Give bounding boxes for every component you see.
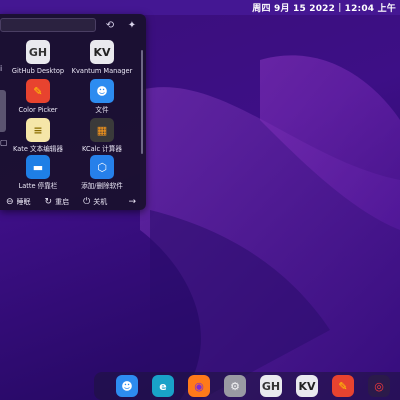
github-desktop-icon: GH — [26, 40, 50, 64]
dock-settings-icon[interactable]: ⚙ — [224, 375, 246, 397]
app-latte[interactable]: ▬ Latte 停靠栏 — [6, 155, 70, 190]
sleep-icon: ⊖ — [6, 197, 14, 207]
app-kate[interactable]: ≡ Kate 文本编辑器 — [6, 118, 70, 153]
software-store-icon: ⬡ — [90, 155, 114, 179]
sleep-label: 睡眠 — [16, 198, 31, 206]
more-arrow-icon[interactable]: → — [128, 197, 136, 207]
app-files[interactable]: ☻ 文件 — [70, 79, 134, 114]
color-picker-icon: ✎ — [26, 79, 50, 103]
clock-label[interactable]: 12:04 上午 — [345, 1, 396, 14]
pin-icon[interactable]: ✦ — [125, 18, 139, 32]
dock-colorpicker-icon[interactable]: ✎ — [332, 375, 354, 397]
shutdown-label: 关机 — [93, 198, 108, 206]
kate-icon: ≡ — [26, 118, 50, 142]
sleep-button[interactable]: ⊖ 睡眠 — [6, 197, 31, 207]
dock-github-icon[interactable]: GH — [260, 375, 282, 397]
app-label: 文件 — [95, 106, 109, 114]
dock-kvantum-icon[interactable]: KV — [296, 375, 318, 397]
app-label: Kate 文本编辑器 — [13, 145, 63, 153]
search-input[interactable] — [0, 18, 96, 32]
app-kvantum-manager[interactable]: KV Kvantum Manager — [70, 40, 134, 75]
app-label: 添加/删除软件 — [81, 182, 123, 190]
app-kcalc[interactable]: ▦ KCalc 计算器 — [70, 118, 134, 153]
app-add-remove-software[interactable]: ⬡ 添加/删除软件 — [70, 155, 134, 190]
app-label: KCalc 计算器 — [82, 145, 122, 153]
restart-icon: ↻ — [44, 197, 53, 207]
dock: ☻ e ◉ ⚙ GH KV ✎ ◎ — [94, 372, 400, 400]
restart-label: 重启 — [55, 198, 70, 206]
dock-weibo-icon[interactable]: ◎ — [368, 375, 390, 397]
files-icon: ☻ — [90, 79, 114, 103]
restart-button[interactable]: ↻ 重启 — [45, 197, 70, 207]
app-label: Latte 停靠栏 — [18, 182, 58, 190]
dock-firefox-icon[interactable]: ◉ — [188, 375, 210, 397]
kcalc-icon: ▦ — [90, 118, 114, 142]
app-label: Kvantum Manager — [71, 67, 133, 75]
app-label: GitHub Desktop — [11, 67, 65, 75]
refresh-icon[interactable]: ⟲ — [103, 18, 117, 32]
kvantum-icon: KV — [90, 40, 114, 64]
shutdown-button[interactable]: ⏻ 关机 — [83, 197, 107, 207]
scrollbar[interactable] — [141, 50, 143, 154]
latte-icon: ▬ — [26, 155, 50, 179]
date-label: 周四 9月 15 2022 — [252, 4, 336, 14]
separator: | — [338, 2, 342, 13]
app-label: Color Picker — [18, 106, 58, 114]
app-launcher: ⟲ ✦ i ▢ GH GitHub Desktop KV Kvantum Man… — [0, 14, 146, 210]
dock-edge-icon[interactable]: e — [152, 375, 174, 397]
top-panel: 周四 9月 15 2022 | 12:04 上午 — [0, 0, 400, 15]
power-icon: ⏻ — [83, 197, 91, 207]
session-bar: ⊖ 睡眠 ↻ 重启 ⏻ 关机 → — [0, 194, 146, 210]
side-info-icon: i — [0, 64, 3, 73]
app-color-picker[interactable]: ✎ Color Picker — [6, 79, 70, 114]
app-github-desktop[interactable]: GH GitHub Desktop — [6, 40, 70, 75]
dock-files-icon[interactable]: ☻ — [116, 375, 138, 397]
